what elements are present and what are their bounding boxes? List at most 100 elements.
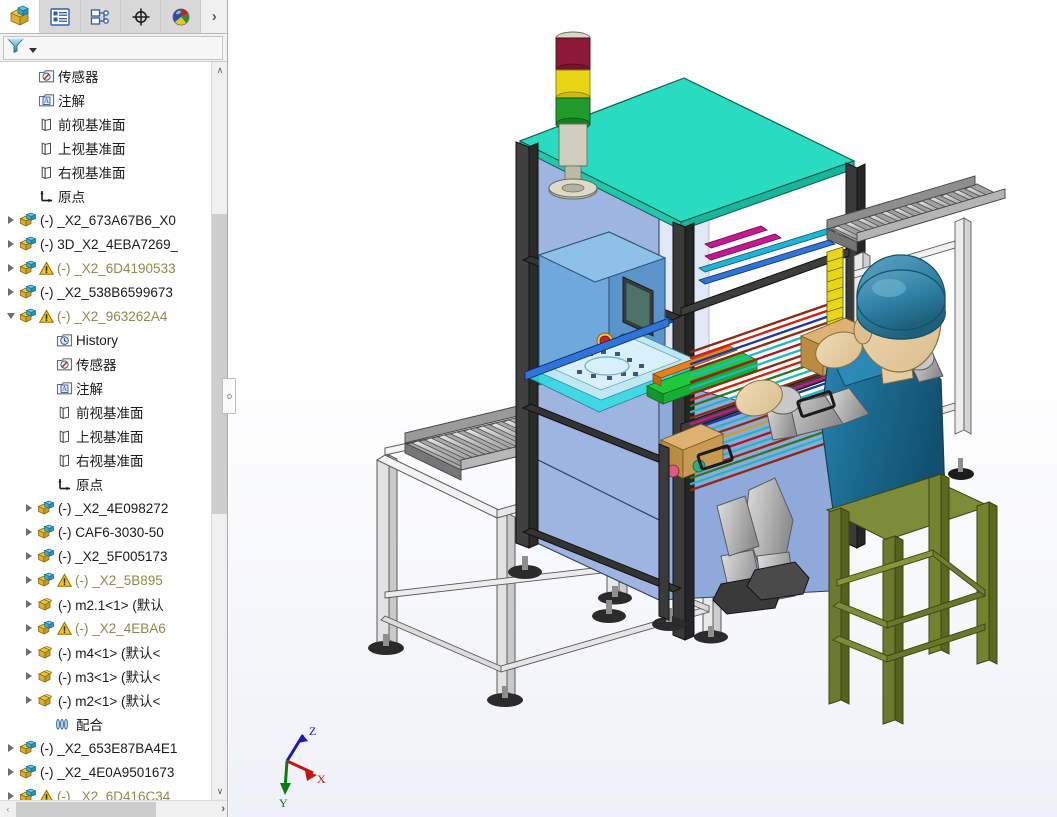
tree-item[interactable]: 上视基准面: [0, 136, 211, 160]
tree-item[interactable]: 原点: [0, 472, 211, 496]
tree-item-label: (-) m3<1> (默认<: [58, 670, 161, 685]
scroll-down-arrow[interactable]: ∨: [212, 783, 227, 800]
feature-tree-container: 传感器 A 注解 前视基准面 上视基准面 右视基准面 原点 (-) _X2_673A67B6_…: [0, 62, 227, 800]
feature-manager-tab[interactable]: [0, 0, 41, 33]
filter-dropdown-caret[interactable]: [29, 47, 37, 53]
tree-item[interactable]: (-) _X2_6D416C34: [0, 784, 211, 800]
sensor-icon: [36, 68, 56, 85]
hscroll-right-arrow[interactable]: ›: [221, 803, 225, 815]
chevron-right-icon[interactable]: [22, 600, 36, 608]
tree-item[interactable]: (-) m3<1> (默认<: [0, 664, 211, 688]
chevron-right-icon[interactable]: [4, 768, 18, 776]
chevron-right-icon[interactable]: [4, 264, 18, 272]
tree-item-label: 原点: [58, 190, 85, 205]
tree-item[interactable]: (-) _X2_6D4190533: [0, 256, 211, 280]
tree-item[interactable]: 前视基准面: [0, 112, 211, 136]
tab-overflow-button[interactable]: ›: [201, 0, 228, 33]
tree-item-label: (-) _X2_653E87BA4E1: [40, 740, 178, 756]
tree-item[interactable]: (-) _X2_5F005173: [0, 544, 211, 568]
chevron-right-icon[interactable]: [22, 648, 36, 656]
panel-splitter-handle[interactable]: [222, 378, 236, 414]
dimxpert-manager-tab[interactable]: [120, 0, 162, 33]
tree-item[interactable]: (-) _X2_4E0A9501673: [0, 760, 211, 784]
plane-icon: [36, 164, 56, 181]
tree-item-label: (-) m2<1> (默认<: [58, 694, 161, 709]
plane-icon: [54, 452, 74, 469]
tree-item[interactable]: (-) _X2_673A67B6_X0: [0, 208, 211, 232]
history-icon: [54, 332, 74, 349]
chevron-right-icon[interactable]: [22, 552, 36, 560]
tree-item[interactable]: A 注解: [0, 88, 211, 112]
tree-item-label: (-) _X2_963262A4: [57, 308, 168, 324]
chevron-right-icon[interactable]: [22, 504, 36, 512]
hscroll-left-arrow[interactable]: ‹: [0, 801, 16, 817]
tree-item[interactable]: (-) _X2_4EBA6: [0, 616, 211, 640]
tree-item[interactable]: (-) 3D_X2_4EBA7269_: [0, 232, 211, 256]
funnel-filter-icon[interactable]: [6, 36, 26, 59]
tree-item[interactable]: 前视基准面: [0, 400, 211, 424]
tree-item[interactable]: 原点: [0, 184, 211, 208]
tree-item[interactable]: (-) _X2_538B6599673: [0, 280, 211, 304]
component-icon: [36, 572, 56, 589]
tree-item[interactable]: 上视基准面: [0, 424, 211, 448]
tree-item[interactable]: (-) _X2_5B895: [0, 568, 211, 592]
tree-item-label: 右视基准面: [76, 454, 144, 469]
tree-item[interactable]: 右视基准面: [0, 160, 211, 184]
chevron-right-icon[interactable]: [4, 792, 18, 800]
tree-filter-box[interactable]: [3, 35, 223, 60]
svg-text:A: A: [43, 96, 49, 105]
tree-item-label: (-) m2.1<1> (默认: [58, 598, 164, 613]
tree-item[interactable]: 配合: [0, 712, 211, 736]
tree-item[interactable]: History: [0, 328, 211, 352]
component-icon: [18, 260, 38, 277]
z-axis: Z: [285, 724, 316, 762]
tree-horizontal-scrollbar[interactable]: ‹ ›: [0, 800, 227, 817]
component-icon: [36, 548, 56, 565]
chevron-right-icon[interactable]: [4, 240, 18, 248]
graphics-viewport[interactable]: Z X Y: [229, 0, 1057, 817]
tree-item[interactable]: (-) _X2_653E87BA4E1: [0, 736, 211, 760]
tree-item[interactable]: 传感器: [0, 352, 211, 376]
tree-item[interactable]: (-) m2<1> (默认<: [0, 688, 211, 712]
tree-item-label: 原点: [76, 478, 103, 493]
tree-item-label: (-) _X2_6D4190533: [57, 260, 176, 276]
chevron-right-icon[interactable]: [22, 624, 36, 632]
tree-item-label: (-) _X2_4EBA6: [75, 620, 166, 636]
vertical-scroll-thumb[interactable]: [212, 214, 227, 514]
tree-item[interactable]: A 注解: [0, 376, 211, 400]
component-icon: [36, 620, 56, 637]
view-orientation-triad[interactable]: Z X Y: [255, 719, 345, 809]
tree-vertical-scrollbar[interactable]: ∧ ∨: [211, 62, 227, 800]
tree-item-label: (-) _X2_6D416C34: [57, 788, 171, 801]
chevron-right-icon[interactable]: [4, 744, 18, 752]
tree-item[interactable]: (-) _X2_963262A4: [0, 304, 211, 328]
horizontal-scroll-thumb[interactable]: [16, 802, 156, 817]
tree-item[interactable]: (-) _X2_4E098272: [0, 496, 211, 520]
chevron-down-icon[interactable]: [4, 313, 18, 319]
display-manager-tab[interactable]: [161, 0, 202, 33]
manager-tab-strip: ›: [0, 0, 228, 34]
annotation-icon: A: [36, 92, 56, 109]
splitter-grip-dot: [226, 393, 232, 399]
tree-item[interactable]: (-) m4<1> (默认<: [0, 640, 211, 664]
chevron-right-icon[interactable]: [4, 288, 18, 296]
chevron-right-icon[interactable]: [22, 528, 36, 536]
tree-item[interactable]: 传感器: [0, 64, 211, 88]
feature-tree[interactable]: 传感器 A 注解 前视基准面 上视基准面 右视基准面 原点 (-) _X2_673A67B6_…: [0, 62, 211, 800]
configuration-manager-tab[interactable]: [80, 0, 121, 33]
configuration-icon: [89, 6, 111, 28]
tree-item[interactable]: 右视基准面: [0, 448, 211, 472]
tree-item-label: 前视基准面: [58, 118, 126, 133]
tree-item-label: 右视基准面: [58, 166, 126, 181]
tree-item[interactable]: (-) m2.1<1> (默认: [0, 592, 211, 616]
chevron-right-icon[interactable]: [22, 696, 36, 704]
tree-item[interactable]: (-) CAF6-3030-50: [0, 520, 211, 544]
assembly-tree-icon: [8, 4, 32, 28]
x-axis: X: [286, 759, 326, 786]
chevron-right-icon[interactable]: [4, 216, 18, 224]
property-manager-tab[interactable]: [40, 0, 81, 33]
chevron-right-icon[interactable]: [22, 672, 36, 680]
tree-item-label: (-) _X2_673A67B6_X0: [40, 212, 176, 228]
scroll-up-arrow[interactable]: ∧: [212, 62, 227, 79]
chevron-right-icon[interactable]: [22, 576, 36, 584]
